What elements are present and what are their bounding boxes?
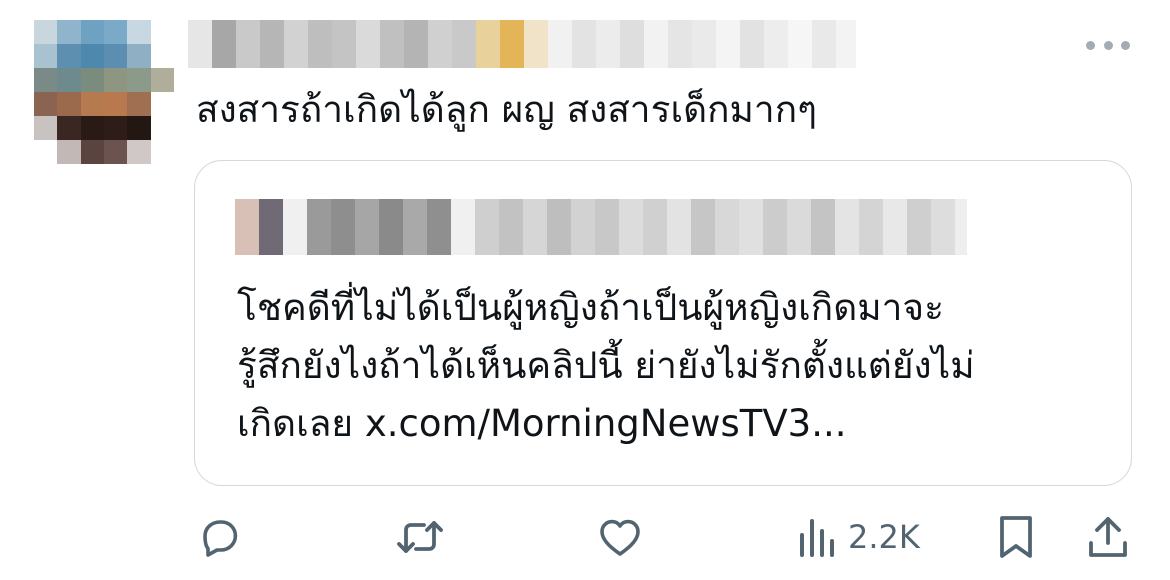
more-options-icon[interactable] — [1086, 38, 1130, 52]
action-bar: 2.2K — [0, 505, 1170, 571]
repost-button[interactable] — [394, 513, 446, 561]
bookmark-button[interactable] — [994, 513, 1038, 561]
author-name[interactable] — [188, 20, 856, 68]
like-button[interactable] — [596, 513, 644, 561]
quoted-text-line: รู้สึกยังไงถ้าได้เห็นคลิปนี้ ย่ายังไม่รั… — [237, 344, 975, 387]
avatar[interactable] — [34, 20, 174, 164]
reply-icon — [203, 520, 238, 557]
views-chart-icon — [800, 519, 834, 557]
heart-icon — [600, 519, 640, 556]
share-icon — [1089, 517, 1127, 557]
quoted-text-line: โชคดีที่ไม่ได้เป็นผู้หญิงถ้าเป็นผู้หญิงเ… — [237, 286, 944, 329]
reply-button[interactable] — [196, 513, 244, 561]
quoted-author[interactable] — [235, 199, 967, 255]
quoted-text-line[interactable]: เกิดเลย x.com/MorningNewsTV3... — [237, 395, 1107, 453]
views-button[interactable]: 2.2K — [796, 513, 920, 561]
repost-icon — [397, 521, 443, 553]
quoted-post[interactable]: โชคดีที่ไม่ได้เป็นผู้หญิงถ้าเป็นผู้หญิงเ… — [194, 160, 1132, 486]
share-button[interactable] — [1086, 513, 1130, 561]
bookmark-icon — [1000, 516, 1032, 558]
views-count: 2.2K — [848, 518, 920, 556]
quoted-post-text: โชคดีที่ไม่ได้เป็นผู้หญิงถ้าเป็นผู้หญิงเ… — [237, 279, 1107, 453]
post-text: สงสารถ้าเกิดได้ลูก ผญ สงสารเด็กมากๆ — [196, 88, 817, 131]
